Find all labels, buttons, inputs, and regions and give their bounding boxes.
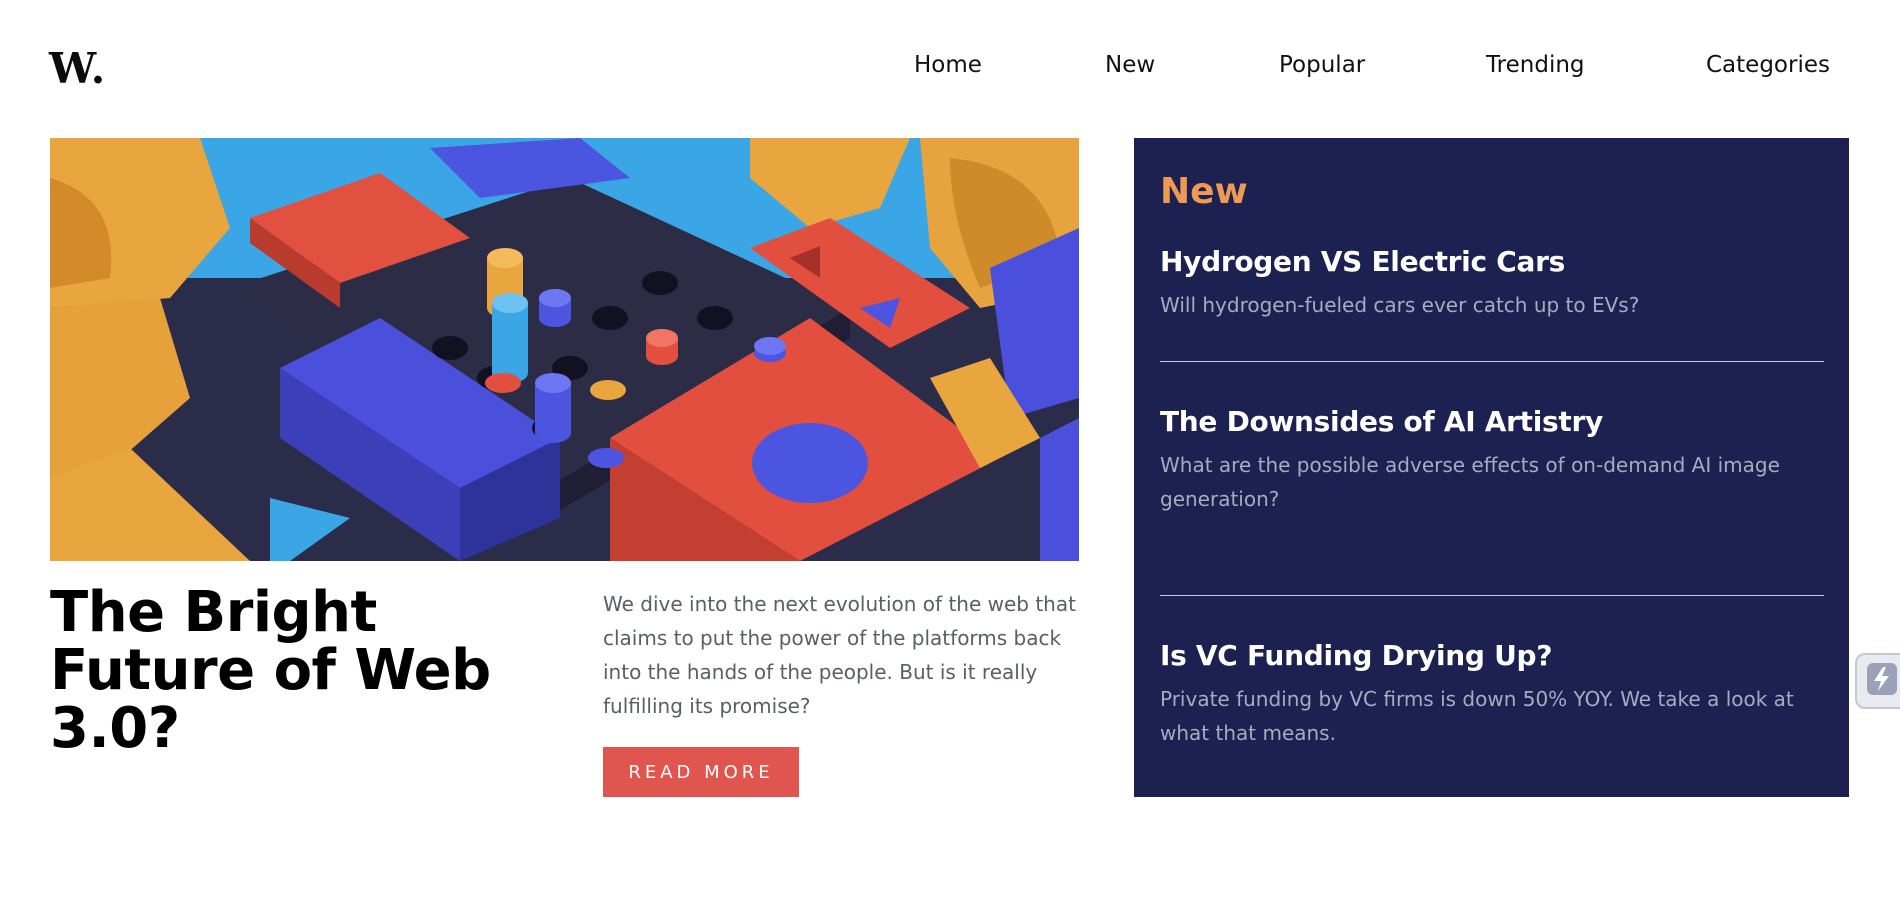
nav-popular[interactable]: Popular xyxy=(1279,52,1365,78)
divider xyxy=(1160,361,1824,362)
floating-widget-button[interactable] xyxy=(1855,653,1900,709)
article-description: Private funding by VC firms is down 50% … xyxy=(1160,687,1794,745)
nav-categories[interactable]: Categories xyxy=(1706,52,1830,78)
sidebar-article[interactable]: Hydrogen VS Electric Cars Will hydrogen-… xyxy=(1160,244,1824,322)
read-more-button[interactable]: READ MORE xyxy=(603,747,799,797)
site-logo[interactable]: W. xyxy=(49,44,106,93)
sidebar-article[interactable]: The Downsides of AI Artistry What are th… xyxy=(1160,404,1824,516)
sidebar-title: New xyxy=(1160,171,1248,212)
article-title[interactable]: Hydrogen VS Electric Cars xyxy=(1160,244,1824,280)
article-description: Will hydrogen-fueled cars ever catch up … xyxy=(1160,293,1640,317)
hero-description: We dive into the next evolution of the w… xyxy=(603,592,1076,718)
lightning-icon xyxy=(1865,661,1899,701)
sidebar-article[interactable]: Is VC Funding Drying Up? Private funding… xyxy=(1160,638,1824,750)
article-title[interactable]: The Downsides of AI Artistry xyxy=(1160,404,1824,440)
nav-home[interactable]: Home xyxy=(914,52,982,78)
article-description: What are the possible adverse effects of… xyxy=(1160,453,1780,511)
divider xyxy=(1160,595,1824,596)
article-title[interactable]: Is VC Funding Drying Up? xyxy=(1160,638,1824,674)
hero-title: The Bright Future of Web 3.0? xyxy=(50,580,491,761)
page: W. Home New Popular Trending Categories xyxy=(0,0,1900,907)
hero-image xyxy=(50,138,1079,561)
nav-new[interactable]: New xyxy=(1105,52,1155,78)
new-articles-sidebar: New Hydrogen VS Electric Cars Will hydro… xyxy=(1134,138,1849,797)
nav-trending[interactable]: Trending xyxy=(1486,52,1585,78)
